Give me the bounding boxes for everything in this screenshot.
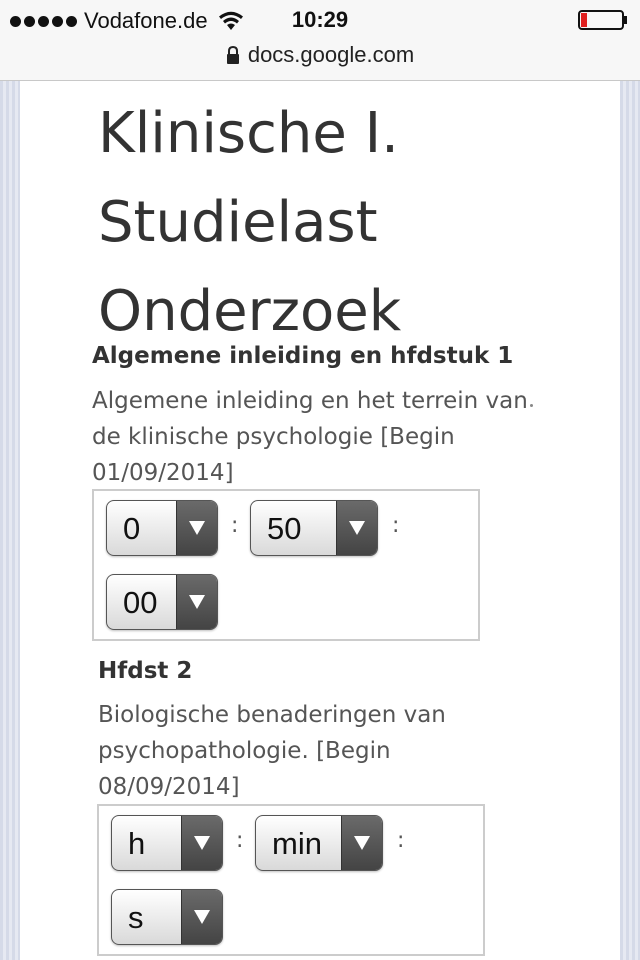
chevron-down-icon	[354, 836, 370, 850]
form-content: Klinische I. Studielast Onderzoek Algeme…	[20, 81, 620, 960]
description-line: de klinische psychologie [Begin	[92, 424, 455, 450]
hours-select[interactable]: h	[111, 815, 223, 871]
page-margin-left	[0, 81, 20, 960]
dropdown-button[interactable]	[181, 890, 222, 944]
time-separator: :	[397, 828, 405, 853]
url-text: docs.google.com	[247, 42, 415, 67]
description-line: Algemene inleiding en het terrein van	[92, 388, 528, 414]
description-line: psychopathologie. [Begin	[98, 738, 391, 764]
duration-input: h : min : s	[97, 804, 485, 956]
chevron-down-icon	[189, 595, 205, 609]
separator-dot	[530, 404, 533, 407]
chevron-down-icon	[194, 910, 210, 924]
hours-value: h	[128, 826, 146, 861]
minutes-select[interactable]: 50	[250, 500, 378, 556]
description-line: Biologische benaderingen van	[98, 702, 446, 728]
duration-input: 0 : 50 : 00	[92, 489, 480, 641]
time-separator: :	[236, 828, 244, 853]
seconds-value: 00	[123, 585, 158, 620]
chevron-down-icon	[189, 521, 205, 535]
address-bar[interactable]: docs.google.com	[0, 40, 640, 70]
seconds-select[interactable]: s	[111, 889, 223, 945]
seconds-select[interactable]: 00	[106, 574, 218, 630]
time-separator: :	[392, 513, 400, 538]
description-line: 08/09/2014]	[98, 774, 240, 800]
dropdown-button[interactable]	[176, 501, 217, 555]
dropdown-button[interactable]	[181, 816, 222, 870]
minutes-select[interactable]: min	[255, 815, 383, 871]
page-margin-right	[620, 81, 640, 960]
battery-icon	[578, 10, 627, 30]
question-description: Algemene inleiding en het terrein van de…	[92, 383, 552, 491]
form-title-line: Klinische I.	[98, 101, 399, 166]
seconds-value: s	[128, 900, 144, 935]
hours-value: 0	[123, 511, 141, 546]
minutes-value: min	[272, 826, 322, 861]
dropdown-button[interactable]	[336, 501, 377, 555]
question-title: Hfdst 2	[98, 658, 193, 684]
question-description: Biologische benaderingen van psychopatho…	[98, 697, 558, 805]
form-title: Klinische I. Studielast Onderzoek	[98, 89, 598, 356]
lock-icon	[226, 46, 239, 64]
hours-select[interactable]: 0	[106, 500, 218, 556]
description-line: 01/09/2014]	[92, 460, 234, 486]
dropdown-button[interactable]	[176, 575, 217, 629]
form-title-line: Onderzoek	[98, 279, 402, 344]
status-bar: Vodafone.de 10:29 docs.google.com	[0, 0, 640, 81]
question-title: Algemene inleiding en hfdstuk 1	[92, 343, 514, 369]
status-time: 10:29	[291, 7, 349, 32]
chevron-down-icon	[349, 521, 365, 535]
minutes-value: 50	[267, 511, 302, 546]
dropdown-button[interactable]	[341, 816, 382, 870]
chevron-down-icon	[194, 836, 210, 850]
form-title-line: Studielast	[98, 190, 378, 255]
time-separator: :	[231, 513, 239, 538]
